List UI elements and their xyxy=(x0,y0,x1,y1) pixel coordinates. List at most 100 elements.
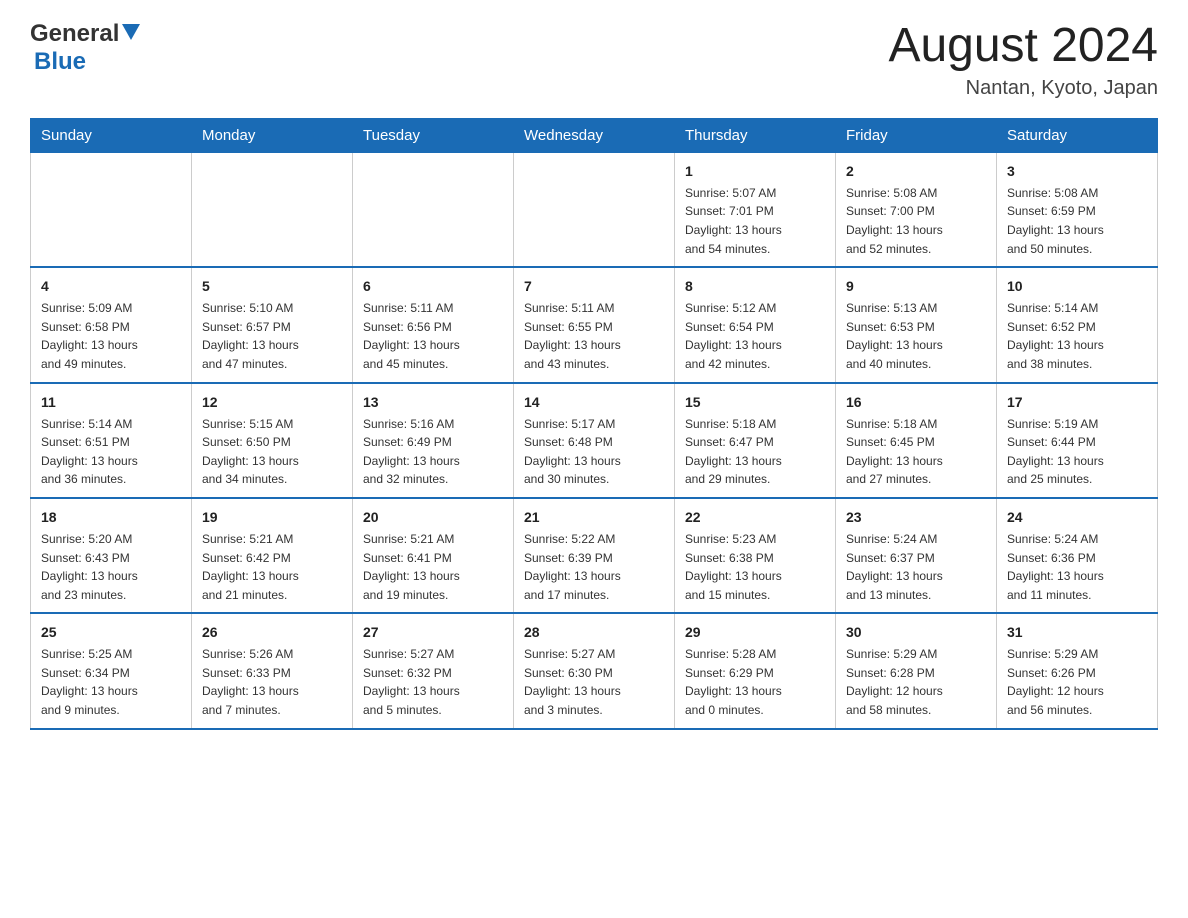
day-info: Sunrise: 5:08 AM Sunset: 7:00 PM Dayligh… xyxy=(846,184,986,258)
calendar-cell: 22Sunrise: 5:23 AM Sunset: 6:38 PM Dayli… xyxy=(675,498,836,613)
day-info: Sunrise: 5:08 AM Sunset: 6:59 PM Dayligh… xyxy=(1007,184,1147,258)
month-year-title: August 2024 xyxy=(888,20,1158,73)
day-info: Sunrise: 5:27 AM Sunset: 6:30 PM Dayligh… xyxy=(524,645,664,719)
day-number: 5 xyxy=(202,276,342,297)
calendar-week-row: 1Sunrise: 5:07 AM Sunset: 7:01 PM Daylig… xyxy=(31,152,1158,267)
weekday-header-friday: Friday xyxy=(836,118,997,152)
calendar-body: 1Sunrise: 5:07 AM Sunset: 7:01 PM Daylig… xyxy=(31,152,1158,728)
calendar-week-row: 25Sunrise: 5:25 AM Sunset: 6:34 PM Dayli… xyxy=(31,613,1158,728)
calendar-cell xyxy=(514,152,675,267)
title-block: August 2024 Nantan, Kyoto, Japan xyxy=(888,20,1158,100)
location-subtitle: Nantan, Kyoto, Japan xyxy=(888,77,1158,100)
calendar-cell: 3Sunrise: 5:08 AM Sunset: 6:59 PM Daylig… xyxy=(997,152,1158,267)
day-info: Sunrise: 5:21 AM Sunset: 6:41 PM Dayligh… xyxy=(363,530,503,604)
calendar-cell: 31Sunrise: 5:29 AM Sunset: 6:26 PM Dayli… xyxy=(997,613,1158,728)
calendar-cell: 23Sunrise: 5:24 AM Sunset: 6:37 PM Dayli… xyxy=(836,498,997,613)
logo-line: General xyxy=(30,20,140,48)
weekday-header-sunday: Sunday xyxy=(31,118,192,152)
calendar-cell: 1Sunrise: 5:07 AM Sunset: 7:01 PM Daylig… xyxy=(675,152,836,267)
calendar-cell xyxy=(353,152,514,267)
day-number: 16 xyxy=(846,392,986,413)
day-number: 27 xyxy=(363,622,503,643)
calendar-cell: 5Sunrise: 5:10 AM Sunset: 6:57 PM Daylig… xyxy=(192,267,353,382)
calendar-cell: 15Sunrise: 5:18 AM Sunset: 6:47 PM Dayli… xyxy=(675,383,836,498)
calendar-cell: 7Sunrise: 5:11 AM Sunset: 6:55 PM Daylig… xyxy=(514,267,675,382)
day-info: Sunrise: 5:09 AM Sunset: 6:58 PM Dayligh… xyxy=(41,299,181,373)
calendar-cell: 13Sunrise: 5:16 AM Sunset: 6:49 PM Dayli… xyxy=(353,383,514,498)
day-info: Sunrise: 5:29 AM Sunset: 6:26 PM Dayligh… xyxy=(1007,645,1147,719)
calendar-week-row: 18Sunrise: 5:20 AM Sunset: 6:43 PM Dayli… xyxy=(31,498,1158,613)
day-info: Sunrise: 5:26 AM Sunset: 6:33 PM Dayligh… xyxy=(202,645,342,719)
calendar-cell: 19Sunrise: 5:21 AM Sunset: 6:42 PM Dayli… xyxy=(192,498,353,613)
day-info: Sunrise: 5:10 AM Sunset: 6:57 PM Dayligh… xyxy=(202,299,342,373)
day-info: Sunrise: 5:20 AM Sunset: 6:43 PM Dayligh… xyxy=(41,530,181,604)
logo-blue: Blue xyxy=(34,48,86,75)
calendar-cell: 4Sunrise: 5:09 AM Sunset: 6:58 PM Daylig… xyxy=(31,267,192,382)
day-number: 15 xyxy=(685,392,825,413)
weekday-header-wednesday: Wednesday xyxy=(514,118,675,152)
logo: General Blue xyxy=(30,20,140,76)
day-info: Sunrise: 5:14 AM Sunset: 6:52 PM Dayligh… xyxy=(1007,299,1147,373)
logo-triangle-icon xyxy=(122,24,140,45)
calendar-table: SundayMondayTuesdayWednesdayThursdayFrid… xyxy=(30,118,1158,730)
calendar-cell: 24Sunrise: 5:24 AM Sunset: 6:36 PM Dayli… xyxy=(997,498,1158,613)
day-info: Sunrise: 5:28 AM Sunset: 6:29 PM Dayligh… xyxy=(685,645,825,719)
day-info: Sunrise: 5:24 AM Sunset: 6:36 PM Dayligh… xyxy=(1007,530,1147,604)
day-number: 23 xyxy=(846,507,986,528)
calendar-cell: 26Sunrise: 5:26 AM Sunset: 6:33 PM Dayli… xyxy=(192,613,353,728)
logo-blue-line: Blue xyxy=(30,48,86,76)
day-info: Sunrise: 5:21 AM Sunset: 6:42 PM Dayligh… xyxy=(202,530,342,604)
day-number: 21 xyxy=(524,507,664,528)
day-info: Sunrise: 5:22 AM Sunset: 6:39 PM Dayligh… xyxy=(524,530,664,604)
day-info: Sunrise: 5:11 AM Sunset: 6:55 PM Dayligh… xyxy=(524,299,664,373)
weekday-header-row: SundayMondayTuesdayWednesdayThursdayFrid… xyxy=(31,118,1158,152)
day-info: Sunrise: 5:16 AM Sunset: 6:49 PM Dayligh… xyxy=(363,415,503,489)
calendar-cell: 11Sunrise: 5:14 AM Sunset: 6:51 PM Dayli… xyxy=(31,383,192,498)
day-info: Sunrise: 5:13 AM Sunset: 6:53 PM Dayligh… xyxy=(846,299,986,373)
day-number: 19 xyxy=(202,507,342,528)
day-number: 26 xyxy=(202,622,342,643)
calendar-week-row: 11Sunrise: 5:14 AM Sunset: 6:51 PM Dayli… xyxy=(31,383,1158,498)
day-info: Sunrise: 5:18 AM Sunset: 6:45 PM Dayligh… xyxy=(846,415,986,489)
day-number: 20 xyxy=(363,507,503,528)
calendar-cell: 21Sunrise: 5:22 AM Sunset: 6:39 PM Dayli… xyxy=(514,498,675,613)
calendar-cell xyxy=(31,152,192,267)
day-number: 14 xyxy=(524,392,664,413)
day-info: Sunrise: 5:17 AM Sunset: 6:48 PM Dayligh… xyxy=(524,415,664,489)
calendar-header: SundayMondayTuesdayWednesdayThursdayFrid… xyxy=(31,118,1158,152)
calendar-cell: 18Sunrise: 5:20 AM Sunset: 6:43 PM Dayli… xyxy=(31,498,192,613)
day-info: Sunrise: 5:23 AM Sunset: 6:38 PM Dayligh… xyxy=(685,530,825,604)
day-info: Sunrise: 5:29 AM Sunset: 6:28 PM Dayligh… xyxy=(846,645,986,719)
calendar-cell: 20Sunrise: 5:21 AM Sunset: 6:41 PM Dayli… xyxy=(353,498,514,613)
day-number: 12 xyxy=(202,392,342,413)
day-info: Sunrise: 5:15 AM Sunset: 6:50 PM Dayligh… xyxy=(202,415,342,489)
day-number: 30 xyxy=(846,622,986,643)
day-number: 18 xyxy=(41,507,181,528)
day-info: Sunrise: 5:19 AM Sunset: 6:44 PM Dayligh… xyxy=(1007,415,1147,489)
day-info: Sunrise: 5:12 AM Sunset: 6:54 PM Dayligh… xyxy=(685,299,825,373)
calendar-cell: 10Sunrise: 5:14 AM Sunset: 6:52 PM Dayli… xyxy=(997,267,1158,382)
day-number: 24 xyxy=(1007,507,1147,528)
calendar-cell: 14Sunrise: 5:17 AM Sunset: 6:48 PM Dayli… xyxy=(514,383,675,498)
weekday-header-thursday: Thursday xyxy=(675,118,836,152)
day-number: 29 xyxy=(685,622,825,643)
calendar-cell: 27Sunrise: 5:27 AM Sunset: 6:32 PM Dayli… xyxy=(353,613,514,728)
day-number: 4 xyxy=(41,276,181,297)
calendar-week-row: 4Sunrise: 5:09 AM Sunset: 6:58 PM Daylig… xyxy=(31,267,1158,382)
weekday-header-monday: Monday xyxy=(192,118,353,152)
calendar-cell: 30Sunrise: 5:29 AM Sunset: 6:28 PM Dayli… xyxy=(836,613,997,728)
calendar-cell: 9Sunrise: 5:13 AM Sunset: 6:53 PM Daylig… xyxy=(836,267,997,382)
day-info: Sunrise: 5:07 AM Sunset: 7:01 PM Dayligh… xyxy=(685,184,825,258)
calendar-cell: 16Sunrise: 5:18 AM Sunset: 6:45 PM Dayli… xyxy=(836,383,997,498)
calendar-cell: 25Sunrise: 5:25 AM Sunset: 6:34 PM Dayli… xyxy=(31,613,192,728)
day-number: 31 xyxy=(1007,622,1147,643)
day-number: 9 xyxy=(846,276,986,297)
day-info: Sunrise: 5:25 AM Sunset: 6:34 PM Dayligh… xyxy=(41,645,181,719)
weekday-header-tuesday: Tuesday xyxy=(353,118,514,152)
weekday-header-saturday: Saturday xyxy=(997,118,1158,152)
day-number: 7 xyxy=(524,276,664,297)
logo-general: General xyxy=(30,20,119,48)
day-number: 22 xyxy=(685,507,825,528)
calendar-cell: 17Sunrise: 5:19 AM Sunset: 6:44 PM Dayli… xyxy=(997,383,1158,498)
day-info: Sunrise: 5:18 AM Sunset: 6:47 PM Dayligh… xyxy=(685,415,825,489)
